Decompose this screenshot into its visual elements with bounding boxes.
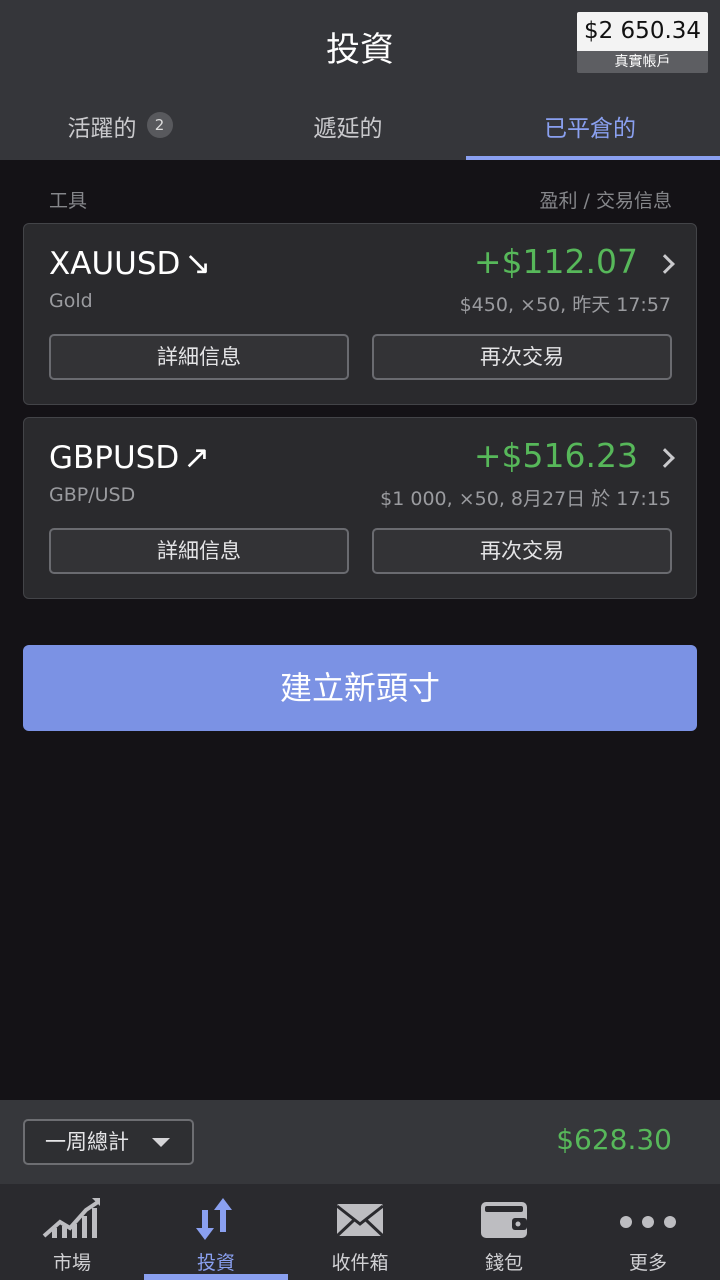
chart-growth-icon	[42, 1198, 100, 1238]
trade-card[interactable]: GBPUSD ↗ +$516.23 GBP/USD $1 000, ×50, 8月…	[23, 417, 697, 599]
nav-item-wallet[interactable]: 錢包	[432, 1184, 576, 1280]
summary-bar: 一周總計 $628.30	[0, 1100, 720, 1184]
period-total: $628.30	[556, 1123, 672, 1156]
trade-instrument-name: Gold	[49, 290, 93, 312]
nav-label-inbox: 收件箱	[331, 1252, 389, 1274]
bottom-nav: 市場 投資 收件箱 錢包 更多	[0, 1184, 720, 1280]
trade-symbol: XAUUSD ↘	[49, 244, 211, 282]
tab-active-label: 活躍的	[67, 116, 137, 142]
period-dropdown-value: 一周總計	[45, 1130, 129, 1154]
nav-label-more: 更多	[628, 1252, 667, 1274]
more-dots-icon	[620, 1216, 676, 1228]
tab-active-count-badge: 2	[146, 112, 173, 138]
trade-profit: +$516.23	[473, 436, 638, 475]
tab-active[interactable]: 活躍的 2	[0, 96, 240, 160]
nav-item-invest[interactable]: 投資	[144, 1184, 288, 1280]
trade-profit: +$112.07	[473, 242, 638, 281]
account-balance-badge[interactable]: $2 650.34 真實帳戶	[577, 12, 708, 73]
tab-pending-label: 遞延的	[313, 116, 383, 142]
trade-symbol: GBPUSD ↗	[49, 438, 210, 476]
trade-again-button[interactable]: 再次交易	[372, 334, 672, 380]
nav-label-invest: 投資	[196, 1252, 235, 1274]
trade-instrument-name: GBP/USD	[49, 484, 136, 506]
top-header: 投資 $2 650.34 真實帳戶 活躍的 2 遞延的 已平倉的	[0, 0, 720, 160]
up-down-arrows-icon	[196, 1198, 232, 1240]
column-header-instrument: 工具	[49, 190, 88, 212]
envelope-icon	[335, 1204, 385, 1238]
balance-amount: $2 650.34	[577, 12, 708, 51]
tab-active-indicator	[466, 156, 720, 160]
nav-item-more[interactable]: 更多	[576, 1184, 720, 1280]
nav-item-inbox[interactable]: 收件箱	[288, 1184, 432, 1280]
trade-info: $450, ×50, 昨天 17:57	[459, 294, 671, 316]
trade-info: $1 000, ×50, 8月27日 於 17:15	[380, 488, 671, 510]
details-button[interactable]: 詳細信息	[49, 528, 349, 574]
chevron-right-icon[interactable]	[655, 448, 675, 468]
nav-item-markets[interactable]: 市場	[0, 1184, 144, 1280]
chevron-right-icon[interactable]	[655, 254, 675, 274]
position-tabs: 活躍的 2 遞延的 已平倉的	[0, 96, 720, 160]
caret-down-icon	[152, 1138, 170, 1147]
details-button[interactable]: 詳細信息	[49, 334, 349, 380]
tab-closed[interactable]: 已平倉的	[470, 96, 710, 160]
trend-up-icon: ↗	[183, 438, 211, 476]
trade-symbol-text: GBPUSD	[49, 440, 180, 476]
nav-active-indicator	[144, 1274, 288, 1280]
tab-closed-label: 已平倉的	[544, 116, 636, 142]
period-dropdown[interactable]: 一周總計	[23, 1119, 194, 1165]
trade-card[interactable]: XAUUSD ↘ +$112.07 Gold $450, ×50, 昨天 17:5…	[23, 223, 697, 405]
trade-symbol-text: XAUUSD	[49, 246, 181, 282]
tab-pending[interactable]: 遞延的	[228, 96, 468, 160]
trade-again-button[interactable]: 再次交易	[372, 528, 672, 574]
open-new-position-button[interactable]: 建立新頭寸	[23, 645, 697, 731]
account-type-label: 真實帳戶	[577, 51, 708, 73]
nav-label-wallet: 錢包	[484, 1252, 523, 1274]
column-header-profit-info: 盈利 / 交易信息	[539, 190, 672, 212]
nav-label-markets: 市場	[52, 1252, 91, 1274]
wallet-icon	[481, 1202, 527, 1238]
trend-down-icon: ↘	[184, 244, 212, 282]
